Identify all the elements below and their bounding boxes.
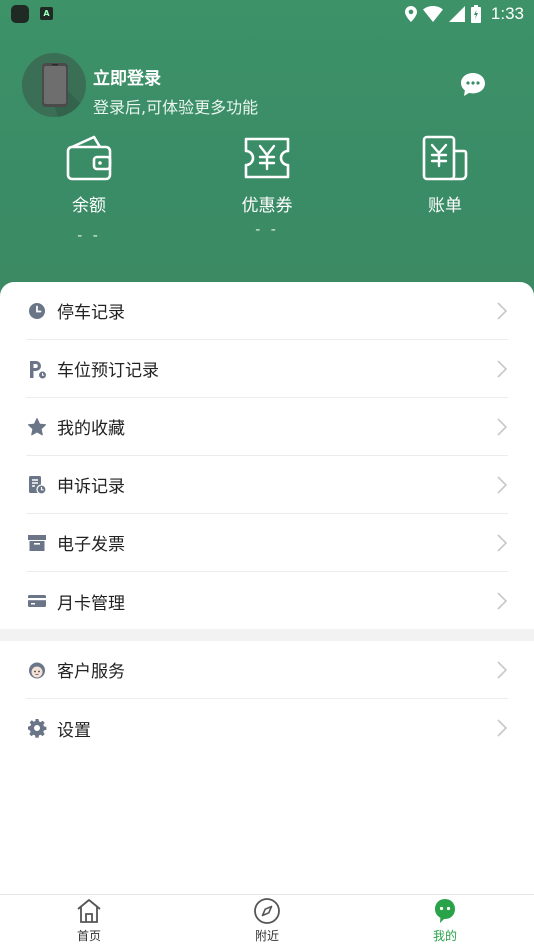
bill-label: 账单 (428, 196, 462, 216)
menu-item-monthly-card[interactable]: 月卡管理 (26, 572, 508, 630)
balance-entry[interactable]: 余额 - - (29, 133, 149, 244)
menu-label: 我的收藏 (57, 419, 125, 439)
chevron-right-icon (497, 719, 508, 737)
star-icon (26, 416, 48, 438)
coupon-icon (244, 137, 290, 179)
menu-label: 客户服务 (57, 662, 125, 682)
battery-icon (470, 5, 481, 23)
message-button[interactable] (458, 70, 488, 100)
coupon-entry[interactable]: 优惠券 - - (207, 133, 327, 238)
wallet-icon (66, 135, 112, 181)
login-title[interactable]: 立即登录 (93, 64, 161, 89)
menu-item-favorites[interactable]: 我的收藏 (26, 398, 508, 456)
compass-icon (254, 898, 280, 924)
phone-avatar-icon (42, 63, 86, 117)
bottom-tab-bar: 首页 附近 我的 (0, 894, 534, 950)
gear-icon (26, 717, 48, 739)
chevron-right-icon (497, 592, 508, 610)
menu-item-settings[interactable]: 设置 (26, 699, 508, 757)
tab-mine[interactable]: 我的 (405, 897, 485, 944)
avatar[interactable] (22, 53, 86, 117)
invoice-box-icon (26, 532, 48, 554)
menu-label: 停车记录 (57, 303, 125, 323)
signal-icon (448, 6, 465, 22)
card-icon (26, 590, 48, 612)
bill-entry[interactable]: 账单 (385, 133, 505, 216)
tab-home[interactable]: 首页 (49, 897, 129, 944)
keyboard-notification-icon: A (40, 7, 53, 20)
menu-item-parking-records[interactable]: 停车记录 (26, 282, 508, 340)
profile-header: A 1:33 立即登录 登录后,可体验更多功能 余额 - - 优惠券 - - 账… (0, 0, 534, 310)
menu-label: 设置 (57, 720, 91, 741)
menu-label: 月卡管理 (57, 593, 125, 614)
tab-nearby[interactable]: 附近 (227, 897, 307, 944)
app-notification-icon (11, 5, 29, 23)
appeal-doc-icon (26, 474, 48, 496)
menu-label: 申诉记录 (57, 477, 125, 497)
menu-label: 车位预订记录 (57, 361, 159, 381)
chevron-right-icon (497, 660, 508, 679)
clock-time: 1:33 (490, 4, 524, 23)
chevron-right-icon (497, 533, 508, 552)
menu-item-appeal-records[interactable]: 申诉记录 (26, 456, 508, 514)
menu-panel: 停车记录 车位预订记录 我的收藏 申诉记录 电子发票 月卡管理 (0, 282, 534, 894)
tab-label: 附近 (254, 929, 279, 943)
balance-value: - - (77, 228, 101, 244)
tab-label: 首页 (76, 929, 101, 943)
coupon-label: 优惠券 (241, 196, 293, 216)
status-bar: A 1:33 (0, 0, 534, 28)
coupon-value: - - (255, 222, 279, 238)
chevron-right-icon (497, 475, 508, 494)
tab-label: 我的 (432, 929, 457, 943)
menu-item-reservation-records[interactable]: 车位预订记录 (26, 340, 508, 398)
menu-item-e-invoice[interactable]: 电子发票 (26, 514, 508, 572)
wifi-icon (422, 6, 443, 22)
menu-item-customer-service[interactable]: 客户服务 (26, 641, 508, 699)
balance-label: 余额 (72, 196, 106, 216)
chevron-right-icon (497, 301, 508, 320)
customer-service-icon (26, 659, 48, 681)
chat-bubble-icon (461, 73, 485, 96)
chevron-right-icon (497, 359, 508, 378)
login-subtitle: 登录后,可体验更多功能 (93, 98, 259, 117)
section-divider (0, 629, 534, 641)
bill-icon (422, 135, 468, 181)
menu-label: 电子发票 (57, 535, 125, 555)
clock-icon (26, 300, 48, 322)
parking-reserve-icon (26, 358, 48, 380)
home-icon (77, 899, 101, 923)
location-icon (404, 6, 417, 22)
mine-icon (435, 899, 455, 923)
chevron-right-icon (497, 417, 508, 436)
